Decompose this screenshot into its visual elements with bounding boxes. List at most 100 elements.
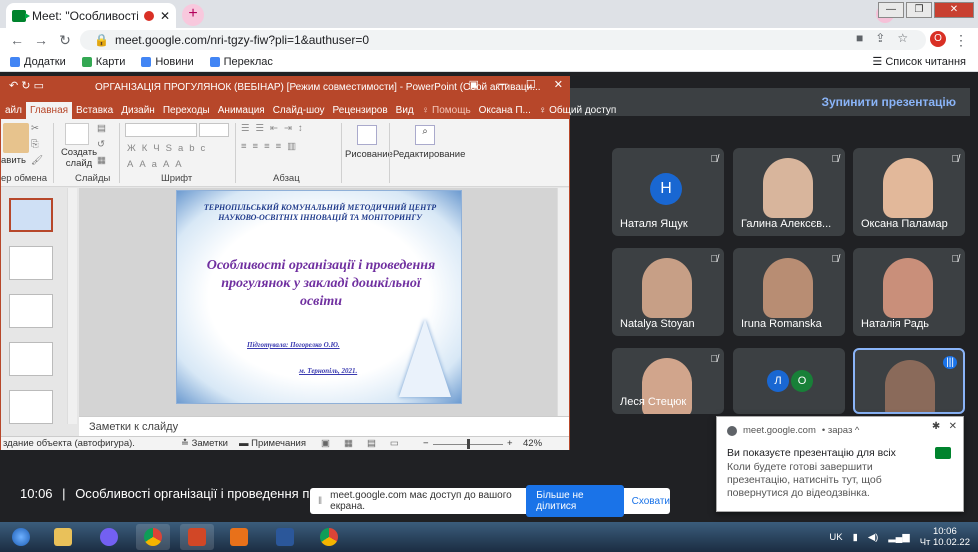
zoom-thumb[interactable] bbox=[467, 439, 470, 449]
cut-icon[interactable]: ✂ bbox=[31, 123, 39, 134]
new-tab-button[interactable]: + bbox=[182, 4, 204, 26]
font-name-select[interactable] bbox=[125, 123, 197, 137]
participant-tile[interactable]: H 🎙̸ Наталя Ящук bbox=[612, 148, 724, 236]
alignment-buttons[interactable]: ≡≡≡≡▥ bbox=[241, 141, 302, 152]
minimize-button[interactable]: — bbox=[878, 2, 904, 18]
share-button[interactable]: ♀ Общий доступ bbox=[535, 102, 620, 119]
close-icon[interactable]: ✕ bbox=[949, 421, 957, 432]
reset-icon[interactable]: ↺ bbox=[97, 139, 105, 150]
network-icon[interactable]: ▮ bbox=[853, 532, 858, 543]
camera-icon[interactable]: ■ bbox=[856, 31, 863, 45]
share-icon[interactable]: ⇪ bbox=[875, 31, 885, 45]
maximize-button[interactable]: ☐ bbox=[526, 78, 536, 91]
chrome-notification[interactable]: meet.google.com • зараз ^ ✱ ✕ Ви показує… bbox=[716, 416, 964, 512]
stop-sharing-button[interactable]: Більше не ділитися bbox=[526, 485, 624, 517]
undo-icon[interactable]: ↶ bbox=[9, 80, 18, 92]
hide-button[interactable]: Сховати bbox=[632, 496, 670, 507]
user-name[interactable]: Оксана П... bbox=[475, 102, 535, 119]
copy-icon[interactable]: ⎘ bbox=[31, 139, 39, 150]
participant-tile[interactable]: 🎙̸ Галина Алексєв... bbox=[733, 148, 845, 236]
list-buttons[interactable]: ☰☰⇤⇥↕ bbox=[241, 123, 309, 134]
language-indicator[interactable]: UK bbox=[829, 532, 842, 543]
ribbon-options-icon[interactable]: ▣ bbox=[469, 78, 479, 91]
forward-icon[interactable]: → bbox=[32, 31, 50, 49]
font-color-buttons[interactable]: AAaAA bbox=[127, 159, 188, 170]
system-clock[interactable]: 10:06 Чт 10.02.22 bbox=[920, 526, 970, 548]
comments-toggle[interactable]: ▬ Примечания bbox=[239, 437, 306, 451]
signal-icon[interactable]: ▂▄▆ bbox=[888, 532, 909, 543]
notes-pane[interactable]: Заметки к слайду bbox=[79, 416, 569, 436]
view-buttons[interactable]: ▣▦▤▭ bbox=[321, 437, 413, 451]
format-painter-icon[interactable]: 🖌 bbox=[31, 155, 43, 166]
participant-tile[interactable]: 🎙̸ Наталія Радь bbox=[853, 248, 965, 336]
url-bar[interactable]: 🔒 meet.google.com/nri-tgzy-fiw?pli=1&auth… bbox=[80, 30, 926, 50]
tab-transitions[interactable]: Переходы bbox=[159, 102, 214, 119]
tab-view[interactable]: Вид bbox=[392, 102, 418, 119]
zoom-level[interactable]: 42% bbox=[523, 437, 542, 451]
taskbar-word[interactable] bbox=[268, 524, 302, 550]
bookmark-maps[interactable]: Карти bbox=[81, 56, 125, 68]
taskbar-powerpoint[interactable] bbox=[180, 524, 214, 550]
minimize-button[interactable]: — bbox=[497, 78, 508, 91]
thumbnails-scrollbar[interactable] bbox=[67, 188, 77, 424]
settings-icon[interactable]: ✱ bbox=[932, 421, 940, 432]
participant-tile[interactable]: Л О bbox=[733, 348, 845, 414]
tab-home[interactable]: Главная bbox=[25, 102, 73, 119]
profile-avatar[interactable]: O bbox=[930, 31, 946, 47]
new-slide-icon[interactable] bbox=[65, 123, 89, 145]
participant-tile[interactable]: 🎙̸ Леся Стецюк bbox=[612, 348, 724, 414]
tab-help[interactable]: ♀ Помощь bbox=[418, 102, 475, 119]
layout-icon[interactable]: ▤ bbox=[97, 123, 106, 134]
stop-presenting-button[interactable]: Зупинити презентацію bbox=[570, 88, 970, 116]
close-window-button[interactable]: ✕ bbox=[934, 2, 974, 18]
search-icon[interactable]: ⌕ bbox=[415, 125, 435, 145]
reading-list[interactable]: ☰ Список читання bbox=[872, 55, 966, 68]
menu-icon[interactable]: ⋮ bbox=[952, 31, 970, 49]
paste-button[interactable]: авить bbox=[1, 155, 26, 166]
tab-slideshow[interactable]: Слайд-шоу bbox=[269, 102, 329, 119]
slide-thumbnail[interactable] bbox=[9, 198, 53, 232]
tab-review[interactable]: Рецензиров bbox=[329, 102, 392, 119]
close-tab-icon[interactable]: ✕ bbox=[160, 9, 170, 23]
slide-scrollbar[interactable] bbox=[557, 188, 569, 416]
taskbar-explorer[interactable] bbox=[46, 524, 80, 550]
new-slide-button[interactable]: Создать слайд bbox=[59, 147, 99, 169]
taskbar-media[interactable] bbox=[222, 524, 256, 550]
participant-tile[interactable]: 🎙̸ Iruna Romanska bbox=[733, 248, 845, 336]
close-button[interactable]: ✕ bbox=[554, 78, 563, 91]
start-slideshow-icon[interactable]: ▭ bbox=[34, 80, 44, 92]
font-style-buttons[interactable]: ЖКЧSabc bbox=[127, 143, 211, 154]
tab-animation[interactable]: Анимация bbox=[214, 102, 269, 119]
slide[interactable]: ТЕРНОПІЛЬСЬКИЙ КОМУНАЛЬНИЙ МЕТОДИЧНИЙ ЦЕ… bbox=[176, 190, 462, 404]
participant-tile-active[interactable]: ||| bbox=[853, 348, 965, 414]
redo-icon[interactable]: ↻ bbox=[21, 80, 30, 92]
zoom-in-icon[interactable]: + bbox=[507, 437, 513, 451]
reload-icon[interactable]: ↻ bbox=[56, 31, 74, 49]
slide-thumbnail[interactable] bbox=[9, 294, 53, 328]
bookmark-translate[interactable]: Переклас bbox=[209, 56, 273, 68]
taskbar-chrome-2[interactable] bbox=[312, 524, 346, 550]
taskbar-viber[interactable] bbox=[92, 524, 126, 550]
bookmark-news[interactable]: Новини bbox=[141, 56, 194, 68]
volume-icon[interactable]: ◀) bbox=[868, 532, 878, 543]
tab-insert[interactable]: Вставка bbox=[72, 102, 117, 119]
slide-thumbnail[interactable] bbox=[9, 342, 53, 376]
participant-tile[interactable]: 🎙̸ Оксана Паламар bbox=[853, 148, 965, 236]
star-icon[interactable]: ☆ bbox=[897, 31, 908, 45]
taskbar-chrome[interactable] bbox=[136, 524, 170, 550]
slide-thumbnail[interactable] bbox=[9, 246, 53, 280]
browser-tab[interactable]: Meet: "Особливості органі ✕ bbox=[6, 3, 176, 28]
maximize-button[interactable]: ❐ bbox=[906, 2, 932, 18]
drag-handle-icon[interactable]: ‖ bbox=[318, 496, 322, 507]
start-button[interactable] bbox=[4, 524, 38, 550]
editing-button[interactable]: Редактирование bbox=[393, 149, 465, 160]
slide-thumbnail[interactable] bbox=[9, 390, 53, 424]
tab-file[interactable]: айл bbox=[1, 102, 26, 119]
participant-tile[interactable]: 🎙̸ Natalya Stoyan bbox=[612, 248, 724, 336]
section-icon[interactable]: ▦ bbox=[97, 155, 106, 166]
font-size-select[interactable] bbox=[199, 123, 229, 137]
bookmark-apps[interactable]: Додатки bbox=[10, 56, 66, 68]
paste-icon[interactable] bbox=[3, 123, 29, 153]
tab-design[interactable]: Дизайн bbox=[117, 102, 159, 119]
drawing-button[interactable]: Рисование bbox=[345, 149, 393, 160]
